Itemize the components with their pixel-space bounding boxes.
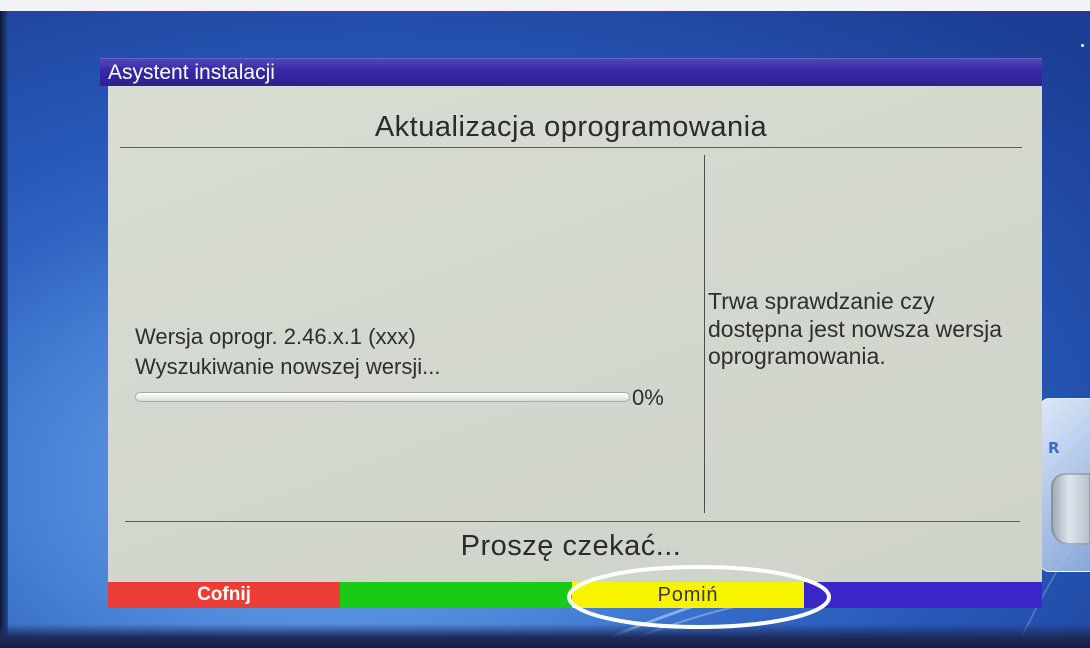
recycle-bin-icon: R	[1040, 398, 1090, 572]
progress-percent-label: 0%	[632, 385, 664, 410]
green-button[interactable]	[340, 582, 572, 608]
info-text: Trwa sprawdzanie czy dostępna jest nowsz…	[708, 288, 1022, 371]
search-status-text: Wyszukiwanie nowszej wersji...	[135, 354, 441, 379]
desktop-bottom-shade	[0, 624, 1090, 648]
dialog-titlebar: Asystent instalacji	[100, 58, 1042, 86]
highlight-annotation	[567, 565, 831, 629]
software-version-text: Wersja oprogr. 2.46.x.1 (xxx)	[135, 324, 416, 349]
page-title: Aktualizacja oprogramowania	[374, 111, 768, 143]
recycle-bin-shape	[1051, 473, 1090, 545]
footer-divider	[125, 521, 1020, 522]
info-line: oprogramowania.	[708, 343, 886, 369]
info-line: Trwa sprawdzanie czy	[708, 288, 935, 314]
screen-glint	[1081, 44, 1084, 47]
title-divider	[120, 147, 1022, 148]
recycle-bin-letter: R	[1048, 439, 1060, 457]
dialog-title: Asystent instalacji	[108, 61, 275, 84]
back-button-label: Cofnij	[197, 584, 251, 605]
please-wait-message: Proszę czekać...	[460, 530, 682, 562]
progress-bar	[135, 392, 630, 402]
installation-wizard-dialog: Asystent instalacji Aktualizacja oprogra…	[100, 58, 1042, 608]
back-button[interactable]: Cofnij	[108, 582, 340, 608]
info-line: dostępna jest nowsza wersja	[708, 315, 1003, 342]
highlight-ellipse	[567, 565, 831, 629]
column-divider	[704, 155, 705, 513]
